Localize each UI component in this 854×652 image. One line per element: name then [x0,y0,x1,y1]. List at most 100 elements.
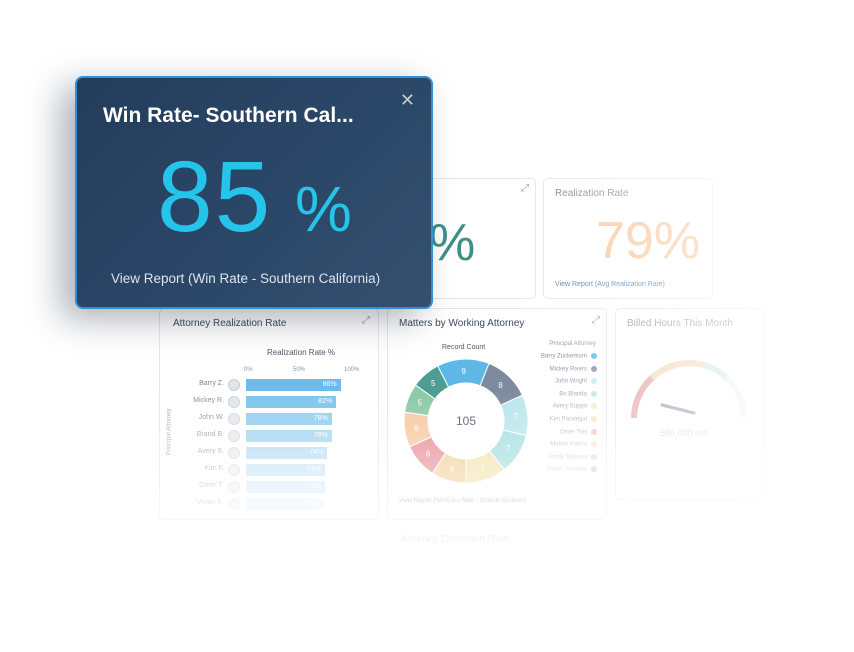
bar[interactable]: 86% [246,379,341,391]
legend-item[interactable]: Barry Zuckerkorn [541,353,597,360]
legend-dot-icon [591,378,597,385]
bar-value-label: 72% [307,466,322,473]
realization-rate-card: Realization Rate 79% View Report (Avg Re… [543,178,713,299]
matters-card: Matters by Working Attorney ⤢ Record Cou… [387,308,607,520]
bar[interactable]: 82% [246,396,337,408]
hidden-percent-value: % [429,214,476,272]
bar-label: Omer T. [199,482,224,489]
card-title: Matters by Working Attorney [399,318,525,329]
gauge-value: 586,000 hrs [660,428,708,438]
bar-value-label: 71% [306,500,321,507]
bar-value-label: 82% [318,398,333,405]
card-title: Billed Hours This Month [627,318,733,329]
legend: Barry Zuckerkorn Mickey Rivers John Wright… [507,353,597,483]
bar-row: John W. 78% [168,413,408,426]
win-rate-value: 85 [157,141,273,253]
bar[interactable]: 72% [246,464,326,476]
legend-dot-icon [591,416,597,422]
chart-title: Realization Rate % [267,348,336,357]
tick-label: 0% [244,367,253,373]
gauge-arc-mid [649,360,705,381]
legend-label: Avery Suppo [552,403,587,410]
bar-row: Mickey R. 82% [168,396,408,409]
bar[interactable]: 71% [246,498,325,510]
billed-hours-card: Billed Hours This Month 586,000 hrs [615,308,765,500]
expand-icon[interactable]: ⤢ [521,183,529,194]
bar-value-label: 78% [313,415,328,422]
legend-dot-icon [591,453,597,460]
avatar-icon [228,464,240,476]
legend-label: John Wright [555,378,587,385]
legend-item[interactable]: Miriam Kaimo [550,441,597,448]
legend-label: Emily Stevens [548,454,587,461]
expand-icon[interactable]: ⤢ [592,315,600,326]
tick-label: 50% [293,367,306,373]
avatar-icon [228,481,240,493]
card-title: Realization Rate [555,188,629,199]
slice-label: 5 [431,379,436,388]
avatar-icon [228,430,240,442]
bar-label: Barry Z. [199,380,224,387]
legend-item[interactable]: Adam Stackley [547,466,597,473]
win-rate-popup: Win Rate- Southern Cal... ✕ 85 % View Re… [75,76,433,309]
bar-row: Vivian K. 71% [168,498,408,511]
bar-label: Vivian K. [196,499,225,506]
slice-label: 5 [417,398,422,407]
bar-row: Avery S. 74% [168,447,408,460]
realization-rate-value: 79% [596,212,701,270]
gauge-arc-high [703,362,728,380]
bar-row: Brand B. 78% [168,430,408,443]
bar-value-label: 78% [313,432,328,439]
donut-center-label: 105 [456,414,476,428]
legend-item[interactable]: Omer Tsei [560,428,597,435]
avatar-icon [228,396,240,408]
legend-item[interactable]: John Wright [555,378,597,385]
legend-label: Bo Blanda [559,391,587,398]
avatar-icon [228,379,240,391]
bar-value-label: 86% [322,381,337,388]
bar[interactable]: 74% [246,447,328,459]
bar-value-label: 74% [309,449,324,456]
legend-dot-icon [591,466,597,473]
collections-title: Attorney Collection Rate [401,534,509,545]
bar[interactable]: 72% [246,481,326,493]
slice-label: 6 [426,450,431,459]
legend-dot-icon [591,365,597,372]
legend-label: Barry Zuckerkorn [540,353,587,360]
slice-label: 9 [461,367,466,376]
legend-item[interactable]: Emily Stevens [548,453,597,461]
bar-value-label: 72% [307,483,322,490]
tick-label: 100% [344,367,360,373]
bar-label: John W. [198,414,224,421]
avatar-icon [228,498,240,510]
bar-list: Barry Z. 86% Mickey R. 82% John W. 78% Brand B… [168,379,378,519]
expand-icon[interactable]: ⤢ [362,315,370,326]
legend-dot-icon [591,403,597,410]
legend-item[interactable]: Mickey Rivers [550,365,597,372]
bar[interactable]: 78% [246,430,332,442]
legend-item[interactable]: Avery Suppo [553,403,597,410]
bar-label: Avery S. [197,448,224,455]
legend-item[interactable]: Bo Blanda [559,390,597,398]
bar-row: Omer T. 72% [168,481,408,494]
slice-label: 7 [480,464,485,473]
popup-title: Win Rate- Southern Cal... [103,104,354,127]
bar-label: Mickey R. [193,397,224,404]
matters-report-link[interactable]: View Report (Win/Loss Rate - Outside Cou… [399,498,526,504]
realization-report-link[interactable]: View Report (Avg Realization Rate) [555,281,665,288]
gauge-arc-low [631,375,655,419]
bar-label: Brand B. [196,431,224,438]
attorney-realization-card: Attorney Realization Rate ⤢ Realization … [159,308,379,520]
legend-dot-icon [591,441,597,448]
bar[interactable]: 78% [246,413,332,425]
legend-dot-icon [591,390,597,397]
slice-label: 8 [498,381,503,390]
slice-label: 6 [450,465,455,474]
view-report-link[interactable]: View Report (Win Rate - Southern Califor… [111,271,380,286]
close-icon[interactable]: ✕ [400,90,415,111]
legend-item[interactable]: Kim Paralegal [550,416,597,423]
bar-label: Kim F. [204,465,224,472]
avatar-icon [228,447,240,459]
gauge-arc [631,360,747,419]
win-rate-unit: % [295,173,352,245]
